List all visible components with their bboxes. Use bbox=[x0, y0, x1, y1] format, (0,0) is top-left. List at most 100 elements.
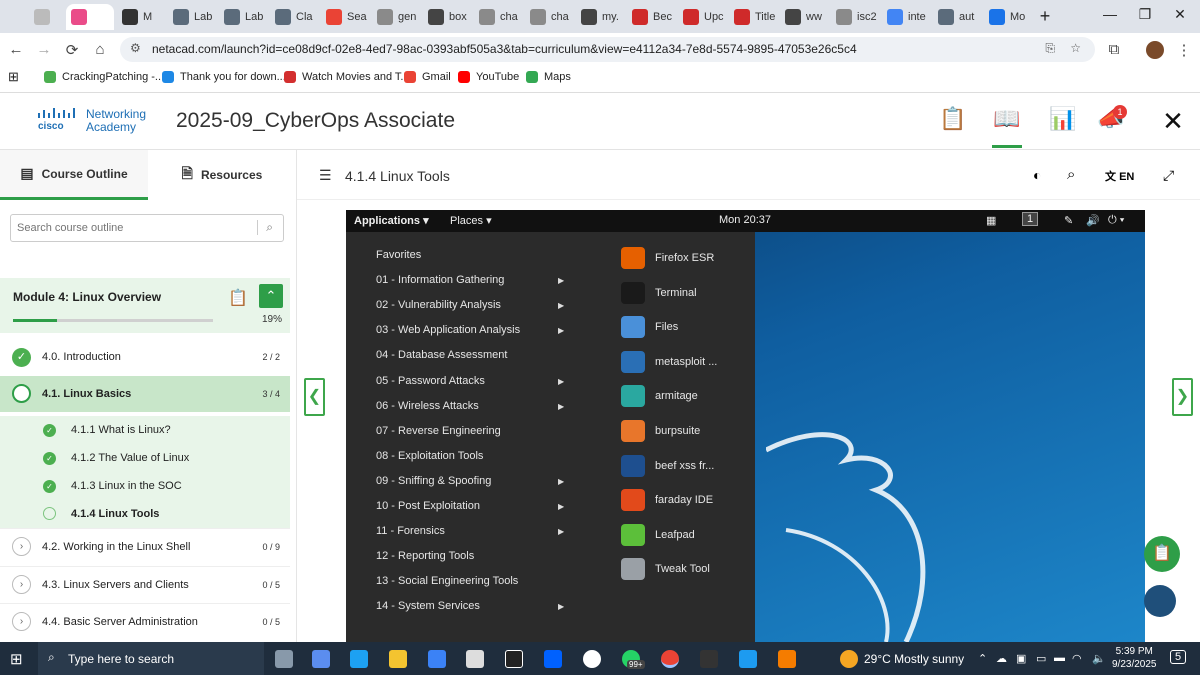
kali-app-item[interactable]: faraday IDE bbox=[621, 489, 713, 512]
module-header[interactable]: Module 4: Linux Overview 📋 ⌃ 19% bbox=[0, 278, 290, 333]
tray-display-icon[interactable]: ▭ bbox=[1036, 652, 1046, 665]
kali-menu-category[interactable]: 08 - Exploitation Tools bbox=[376, 450, 483, 462]
browser-tab[interactable]: M bbox=[117, 4, 165, 30]
browser-tab[interactable]: gen bbox=[372, 4, 420, 30]
dark-mode-icon[interactable]: ◐ bbox=[1033, 167, 1041, 183]
home-icon[interactable]: ⌂ bbox=[90, 41, 110, 58]
section-item[interactable]: › 4.4. Basic Server Administration 0 / 5 bbox=[0, 603, 290, 639]
menu-collapse-icon[interactable]: ☰ bbox=[319, 167, 332, 184]
browser-menu-icon[interactable]: ⋮ bbox=[1174, 41, 1194, 59]
kali-app-item[interactable]: Terminal bbox=[621, 281, 697, 304]
kali-menu-category[interactable]: 06 - Wireless Attacks bbox=[376, 400, 479, 412]
browser-tab[interactable]: aut bbox=[933, 4, 981, 30]
install-app-icon[interactable]: ⎘ bbox=[1045, 41, 1055, 56]
weather-text[interactable]: 29°C Mostly sunny bbox=[864, 652, 964, 666]
browser-tab[interactable]: Lab bbox=[168, 4, 216, 30]
url-field[interactable]: ⚙ netacad.com/launch?id=ce08d9cf-02e8-4e… bbox=[120, 37, 1095, 62]
kali-app-item[interactable]: Firefox ESR bbox=[621, 247, 714, 269]
kali-menu-category[interactable]: 14 - System Services bbox=[376, 600, 480, 612]
module-clipboard-icon[interactable]: 📋 bbox=[228, 288, 248, 308]
forward-icon[interactable]: → bbox=[34, 41, 54, 58]
tab-overview-icon[interactable] bbox=[34, 4, 60, 30]
edge-icon[interactable] bbox=[350, 650, 368, 668]
sub-section-item[interactable]: ✓ 4.1.2 The Value of Linux bbox=[0, 444, 290, 472]
dropbox-icon[interactable] bbox=[544, 650, 562, 668]
kali-menu-category[interactable]: 03 - Web Application Analysis bbox=[376, 324, 520, 336]
github-icon[interactable] bbox=[583, 650, 601, 668]
kali-places-menu[interactable]: Places ▾ bbox=[450, 214, 492, 227]
fullscreen-icon[interactable]: ⤢ bbox=[1163, 167, 1174, 184]
section-item[interactable]: › 4.3. Linux Servers and Clients 0 / 5 bbox=[0, 566, 290, 602]
taskbar-search[interactable]: ⌕ Type here to search bbox=[38, 642, 264, 675]
maximize-button[interactable]: ❐ bbox=[1130, 6, 1160, 23]
browser-tab[interactable]: Cla bbox=[270, 4, 318, 30]
kali-applications-menu[interactable]: Applications ▾ bbox=[354, 214, 429, 227]
section-item[interactable]: 4.1. Linux Basics 3 / 4 bbox=[0, 376, 290, 412]
tray-battery-icon[interactable]: ▬ bbox=[1054, 652, 1065, 664]
site-info-icon[interactable]: ⚙ bbox=[130, 41, 141, 55]
kali-menu-category[interactable]: 02 - Vulnerability Analysis bbox=[376, 299, 501, 311]
new-tab-button[interactable]: + bbox=[1030, 6, 1060, 27]
sub-section-item[interactable]: 4.1.4 Linux Tools bbox=[0, 500, 290, 528]
kali-menu-category[interactable]: 10 - Post Exploitation bbox=[376, 500, 480, 512]
twitter-icon[interactable] bbox=[739, 650, 757, 668]
tab-course-outline[interactable]: ▤ Course Outline bbox=[0, 150, 148, 200]
grades-chart-icon[interactable]: 📊 bbox=[1048, 106, 1078, 136]
browser-tab[interactable]: my. bbox=[576, 4, 624, 30]
clock[interactable]: 5:39 PM 9/23/2025 bbox=[1112, 645, 1157, 671]
store-icon[interactable] bbox=[428, 650, 446, 668]
chrome-icon[interactable] bbox=[661, 650, 679, 668]
browser-tab[interactable]: isc2 bbox=[831, 4, 879, 30]
previous-page-button[interactable]: ❮ bbox=[304, 378, 325, 416]
kali-app-item[interactable]: burpsuite bbox=[621, 420, 700, 442]
notes-fab-button[interactable]: 📋 bbox=[1144, 536, 1180, 572]
browser-tab[interactable] bbox=[66, 4, 114, 30]
assistant-avatar[interactable] bbox=[1144, 585, 1176, 617]
bookmark-item[interactable]: Maps bbox=[526, 71, 571, 83]
kali-app-item[interactable]: beef xss fr... bbox=[621, 454, 714, 477]
browser-tab[interactable]: Title bbox=[729, 4, 777, 30]
vlc-icon[interactable] bbox=[778, 650, 796, 668]
book-icon[interactable]: 📖 bbox=[992, 106, 1022, 148]
kali-menu-category[interactable]: Favorites bbox=[376, 249, 421, 261]
kali-menu-category[interactable]: 05 - Password Attacks bbox=[376, 375, 485, 387]
profile-avatar[interactable] bbox=[1146, 41, 1164, 59]
browser-tab[interactable]: cha bbox=[525, 4, 573, 30]
bookmark-item[interactable]: Watch Movies and T... bbox=[284, 71, 410, 83]
browser-tab[interactable]: inte bbox=[882, 4, 930, 30]
kali-app-item[interactable]: Leafpad bbox=[621, 523, 695, 546]
tray-chevron-icon[interactable]: ⌃ bbox=[978, 652, 987, 665]
bookmark-item[interactable]: Gmail bbox=[404, 71, 451, 83]
wifi-icon[interactable]: ◠ bbox=[1072, 652, 1082, 665]
kali-menu-category[interactable]: 09 - Sniffing & Spoofing bbox=[376, 475, 491, 487]
kali-app-item[interactable]: metasploit ... bbox=[621, 350, 717, 373]
kali-app-item[interactable]: Files bbox=[621, 316, 678, 339]
kali-menu-category[interactable]: 07 - Reverse Engineering bbox=[376, 425, 501, 437]
browser-tab[interactable]: Bec bbox=[627, 4, 675, 30]
outline-search-input[interactable] bbox=[11, 215, 241, 241]
notifications-button[interactable]: 5 bbox=[1170, 650, 1187, 664]
tray-cloud-icon[interactable]: ☁ bbox=[996, 652, 1007, 665]
file-explorer-icon[interactable] bbox=[389, 650, 407, 668]
kali-menu-category[interactable]: 04 - Database Assessment bbox=[376, 349, 507, 361]
amazon-icon[interactable] bbox=[505, 650, 523, 668]
clipboard-icon[interactable]: 📋 bbox=[938, 106, 968, 136]
minimize-button[interactable]: — bbox=[1095, 6, 1125, 22]
browser-tab[interactable]: Upc bbox=[678, 4, 726, 30]
terminal-icon[interactable] bbox=[700, 650, 718, 668]
kali-menu-category[interactable]: 13 - Social Engineering Tools bbox=[376, 575, 518, 587]
kali-menu-category[interactable]: 12 - Reporting Tools bbox=[376, 550, 474, 562]
kali-app-item[interactable]: Tweak Tool bbox=[621, 558, 710, 581]
browser-tab[interactable]: Mo bbox=[984, 4, 1032, 30]
apps-grid-icon[interactable]: ⊞ bbox=[8, 69, 19, 85]
cisco-logo[interactable]: cisco bbox=[36, 108, 80, 130]
section-item[interactable]: ✓ 4.0. Introduction 2 / 2 bbox=[0, 339, 290, 375]
bookmark-star-icon[interactable]: ☆ bbox=[1070, 41, 1081, 55]
bookmark-item[interactable]: Thank you for down... bbox=[162, 71, 286, 83]
tab-resources[interactable]: 🗎 Resources bbox=[148, 150, 296, 200]
kali-menu-category[interactable]: 01 - Information Gathering bbox=[376, 274, 504, 286]
browser-tab[interactable]: cha bbox=[474, 4, 522, 30]
copilot-icon[interactable] bbox=[312, 650, 330, 668]
section-item[interactable]: › 4.2. Working in the Linux Shell 0 / 9 bbox=[0, 528, 290, 564]
bookmark-item[interactable]: YouTube bbox=[458, 71, 519, 83]
